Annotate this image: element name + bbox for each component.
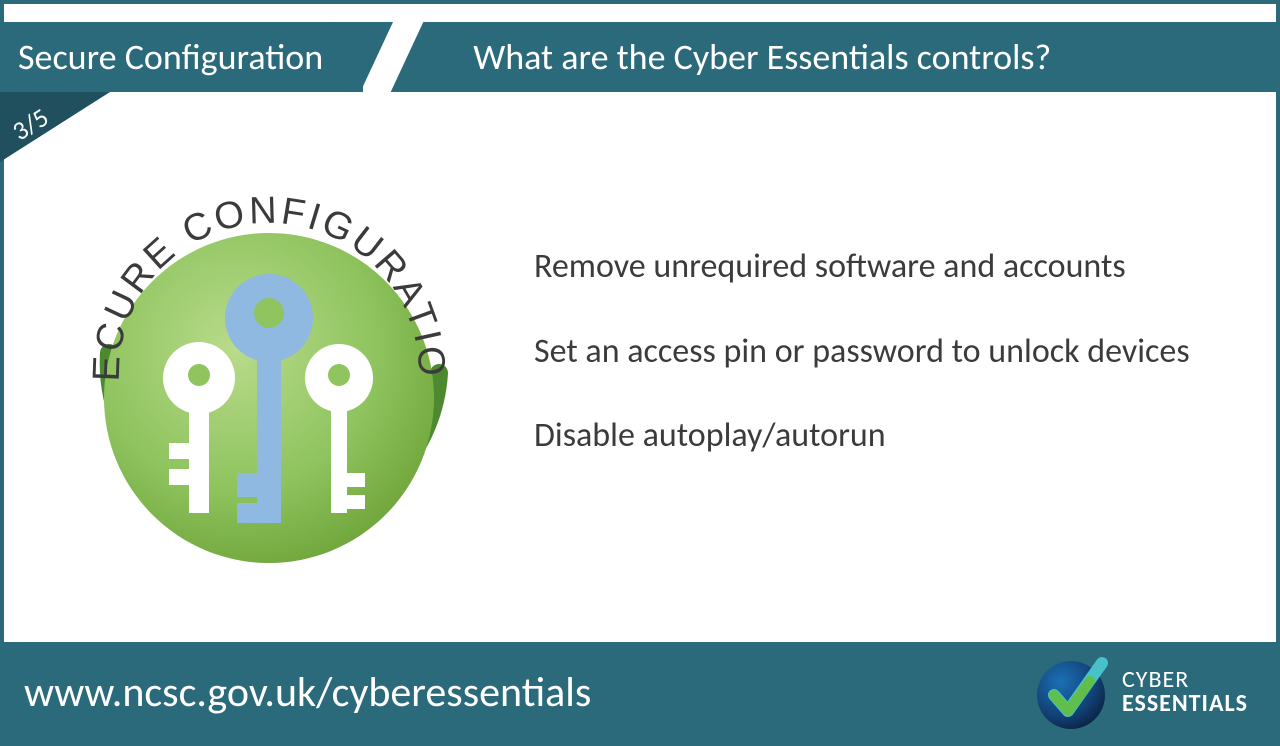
bullets: Remove unrequired software and accounts … <box>534 246 1276 500</box>
header: Secure Configuration What are the Cyber … <box>4 22 1276 92</box>
header-left-text: Secure Configuration <box>18 35 323 79</box>
cyber-essentials-logo-icon <box>1032 653 1110 731</box>
bullet-item: Set an access pin or password to unlock … <box>534 331 1236 374</box>
footer: www.ncsc.gov.uk/cyberessentials CYBER ES… <box>4 642 1276 742</box>
badge-area: SECURE CONFIGURATION <box>4 123 534 623</box>
header-right-text: What are the Cyber Essentials controls? <box>473 35 1051 79</box>
cyber-essentials-logo-text: CYBER ESSENTIALS <box>1122 668 1248 716</box>
content: SECURE CONFIGURATION Remove unrequired s… <box>4 104 1276 642</box>
bullet-item: Remove unrequired software and accounts <box>534 246 1236 289</box>
header-left: Secure Configuration <box>4 22 363 92</box>
slide: Secure Configuration What are the Cyber … <box>0 0 1280 746</box>
header-right: What are the Cyber Essentials controls? <box>433 22 1276 92</box>
logo-line2: ESSENTIALS <box>1122 692 1248 716</box>
secure-configuration-badge-icon: SECURE CONFIGURATION <box>39 143 499 603</box>
cyber-essentials-logo: CYBER ESSENTIALS <box>1032 653 1248 731</box>
footer-url: www.ncsc.gov.uk/cyberessentials <box>24 667 591 718</box>
bullet-item: Disable autoplay/autorun <box>534 415 1236 458</box>
